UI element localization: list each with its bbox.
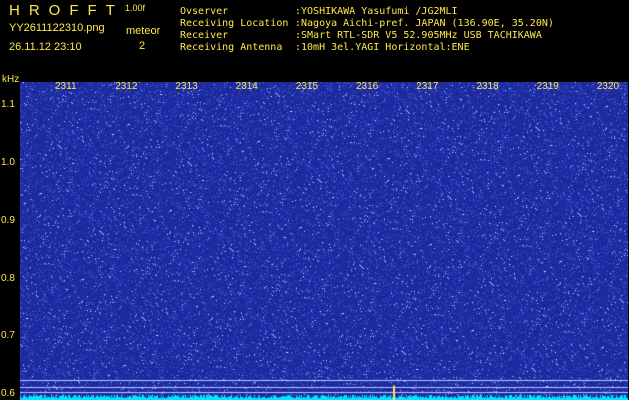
freq-tick-label: 0.8 (1, 272, 15, 284)
time-tick-label: 2313 (175, 81, 198, 92)
time-tick-label: 2314 (235, 81, 258, 92)
detection-count: 2 (139, 40, 146, 52)
info-value: :SMart RTL-SDR V5 52.905MHz USB TACHIKAW… (295, 30, 542, 41)
timestamp: 26.11.12 23:10 (9, 41, 82, 53)
info-label: Ovserver (180, 6, 229, 17)
info-row-receiver: Receiver :SMart RTL-SDR V5 52.905MHz USB … (180, 30, 542, 41)
app-version: 1.00f (125, 3, 146, 13)
time-tick-label: 2320 (596, 81, 620, 92)
time-tick-label: 2315 (295, 81, 319, 92)
freq-tick-label: 0.6 (1, 388, 15, 400)
time-tick-label: 2318 (476, 81, 499, 92)
info-label: Receiving Location (180, 18, 289, 29)
time-tick-label: 2311 (55, 81, 77, 92)
freq-tick-label: 0.7 (1, 330, 15, 342)
info-label: Receiving Antenna (180, 42, 283, 53)
freq-tick-label: 1.1 (1, 99, 15, 111)
info-value: :10mH 3el.YAGI Horizontal:ENE (295, 42, 470, 53)
time-tick-label: 2319 (536, 81, 559, 92)
app-title: HROFFT (9, 2, 124, 19)
freq-tick-label: 0.9 (1, 214, 15, 226)
info-row-location: Receiving Location :Nagoya Aichi-pref. JA… (180, 18, 554, 29)
info-value: :Nagoya Aichi-pref. JAPAN (136.90E, 35.2… (295, 18, 554, 29)
freq-unit-label: kHz (2, 74, 20, 85)
time-tick-label: 2317 (416, 81, 439, 92)
time-tick-label: 2316 (356, 81, 379, 92)
freq-tick-label: 1.0 (1, 156, 15, 168)
mode-label: meteor (126, 25, 161, 37)
file-name: YY2611122310.png (9, 22, 105, 34)
info-label: Receiver (180, 30, 229, 41)
info-row-observer: Ovserver :YOSHIKAWA Yasufumi /JG2MLI (180, 6, 458, 17)
info-row-antenna: Receiving Antenna :10mH 3el.YAGI Horizont… (180, 42, 470, 53)
info-value: :YOSHIKAWA Yasufumi /JG2MLI (295, 6, 458, 17)
spectrogram-canvas (20, 82, 628, 400)
time-tick-label: 2312 (115, 81, 138, 92)
